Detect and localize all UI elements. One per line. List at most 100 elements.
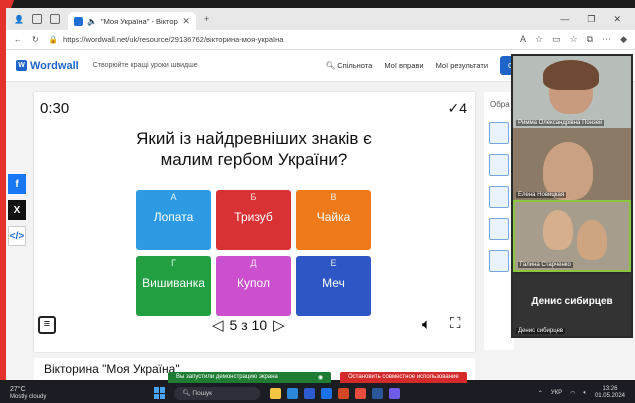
fullscreen-icon[interactable]: ⛶ [450,315,461,332]
windows-taskbar: 27°C Mostly cloudy 🔍︎ Пошук ⌃ УКР ◠ 🔈︎ 1… [0,383,635,403]
participant-video [543,210,573,250]
read-aloud-icon[interactable]: A [520,34,526,45]
file-explorer-icon[interactable] [270,387,282,399]
nav-my-results[interactable]: Мої результати [436,61,488,70]
participant-big-name: Денис сибирцев [531,296,613,307]
maximize-icon[interactable]: ❐ [587,14,595,25]
x-share-icon[interactable]: X [8,200,26,220]
language-indicator[interactable]: УКР [551,390,562,396]
show-hidden-icon[interactable]: ⌃ [538,390,543,397]
video-tile-active[interactable]: Галина Старченко [513,200,631,272]
game-controls: ≡ ◁ 5 з 10 ▷ 🔈︎ ⛶ [34,314,475,344]
url-text: https://wordwall.net/uk/resource/2913676… [63,35,284,44]
split-screen-icon[interactable]: ▭ [552,34,561,45]
refresh-icon[interactable]: ↻ [32,35,39,44]
answer-d[interactable]: Г Вишиванка [136,256,211,316]
taskbar-search[interactable]: 🔍︎ Пошук [174,386,261,400]
video-tile[interactable]: Елена Новицкая [513,128,631,200]
extensions-icon[interactable]: ⋯ [602,34,611,45]
facebook-share-icon[interactable]: f [8,174,26,194]
template-thumb[interactable] [489,250,509,272]
nav-my-activities[interactable]: Мої вправи [384,61,423,70]
close-window-icon[interactable]: ✕ [613,14,621,25]
sound-icon[interactable]: 🔈︎ [422,316,431,333]
lock-icon: 🔒 [48,35,59,44]
wordwall-logo[interactable]: W Wordwall [16,60,79,72]
store-icon[interactable] [321,387,333,399]
participant-video [577,220,607,260]
speaker-icon[interactable]: 🔈 [87,17,97,26]
tab-actions-icon[interactable] [49,14,60,24]
workspaces-icon[interactable] [31,14,42,24]
browser-toolbar: A ☆ ▭ ☆ ⧉ ⋯ ◆ [520,34,627,45]
share-column: f X </> [8,174,26,252]
answer-b[interactable]: Б Тризуб [216,190,291,250]
score: ✓4 [447,100,467,116]
template-thumb[interactable] [489,122,509,144]
address-bar: ← ↻ 🔒 https://wordwall.net/uk/resource/2… [6,30,635,50]
new-tab-icon[interactable]: + [204,14,209,24]
check-icon: ✓ [447,100,460,116]
favorites-icon[interactable]: ☆ [570,34,578,45]
main-nav: 🔍︎ Спільнота Мої вправи Мої результати [326,61,488,70]
menu-icon[interactable]: ≡ [38,316,56,334]
video-tile-camera-off[interactable]: Денис сибирцев Денис сибирцев [513,274,631,336]
participant-name: Римма Олександрівна Понзей [516,120,605,126]
share-notice-text: Вы запустили демонстрацию экрана [176,374,278,380]
participant-hair [543,60,599,90]
pager: ◁ 5 з 10 ▷ [212,316,285,334]
answer-a[interactable]: А Лопата [136,190,211,250]
system-tray: ⌃ УКР ◠ 🔈︎ 13:26 01.05.2024 [538,386,635,400]
windows-start-icon[interactable] [154,387,166,399]
zoom-icon[interactable] [304,387,316,399]
collections-icon[interactable]: ⧉ [587,34,593,45]
slogan: Створюйте кращі уроки швидше [92,62,198,69]
video-tile[interactable]: Римма Олександрівна Понзей [513,56,631,128]
back-icon[interactable]: ← [14,35,22,44]
wordwall-logo-icon: W [16,60,27,71]
logo-text: Wordwall [30,59,79,72]
participant-name: Денис сибирцев [516,328,566,334]
copilot-icon[interactable]: ◆ [620,34,627,45]
next-question-icon[interactable]: ▷ [273,316,285,334]
mic-icon[interactable]: ◉ [318,374,323,382]
timer: 0:30 [40,100,70,117]
volume-icon[interactable]: 🔈︎ [583,390,587,397]
answer-f[interactable]: Е Меч [296,256,371,316]
nav-community[interactable]: 🔍︎ Спільнота [326,61,373,70]
template-thumb[interactable] [489,154,509,176]
answer-e[interactable]: Д Купол [216,256,291,316]
video-call-panel: Римма Олександрівна Понзей Елена Новицка… [511,54,633,338]
answer-c[interactable]: В Чайка [296,190,371,250]
pager-text: 5 з 10 [229,317,268,333]
template-thumb[interactable] [489,218,509,240]
taskbar-apps [270,387,401,399]
search-icon: 🔍︎ [325,61,336,70]
favorite-star-icon[interactable]: ☆ [535,34,543,45]
participant-name: Галина Старченко [518,262,573,268]
wifi-icon[interactable]: ◠ [570,390,575,397]
edge-icon[interactable] [287,387,299,399]
wordwall-favicon-icon [73,16,83,26]
powerpoint-icon[interactable] [338,387,350,399]
chrome-icon[interactable] [355,387,367,399]
profile-icon[interactable]: 👤 [14,15,24,24]
temperature: 27°C [10,385,26,393]
panel-label: Обра [490,100,510,109]
app-icon[interactable] [389,387,401,399]
clock[interactable]: 13:26 01.05.2024 [595,386,625,400]
tab-bar: 👤 🔈 "Моя Україна" - Вікторина ✕ + — ❐ ✕ [6,8,635,30]
url-field[interactable]: 🔒 https://wordwall.net/uk/resource/29136… [49,35,510,44]
weather-widget[interactable]: 27°C Mostly cloudy [10,386,46,401]
prev-question-icon[interactable]: ◁ [212,316,224,334]
participant-name: Елена Новицкая [516,192,567,198]
quiz-game: 0:30 ✓4 Який із найдревніших знаків є ма… [34,92,475,352]
embed-icon[interactable]: </> [8,226,26,246]
close-tab-icon[interactable]: ✕ [182,16,190,27]
template-thumb[interactable] [489,186,509,208]
minimize-icon[interactable]: — [560,14,569,25]
window-controls: — ❐ ✕ [560,14,635,25]
word-icon[interactable] [372,387,384,399]
template-panel: Обра [484,92,514,350]
tab-active[interactable]: 🔈 "Моя Україна" - Вікторина ✕ [67,12,196,30]
